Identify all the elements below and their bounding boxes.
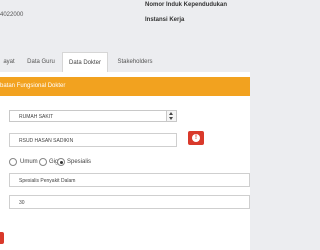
radio-spesialis[interactable] xyxy=(57,158,65,166)
exclamation-circle-icon xyxy=(192,134,200,142)
number-value: 30 xyxy=(19,200,25,206)
workplace-type-value: RUMAH SAKIT xyxy=(19,114,54,120)
specialty-field[interactable]: Spesialis Penyakit Dalam xyxy=(9,173,250,187)
hospital-name-value: RSUD HASAN SADIKIN xyxy=(19,138,74,144)
select-arrows-icon xyxy=(166,111,176,121)
specialty-value: Spesialis Penyakit Dalam xyxy=(19,178,76,184)
top-code-text: 4022000 xyxy=(0,12,24,18)
red-action-button-edge[interactable] xyxy=(0,232,4,244)
workplace-type-select[interactable]: RUMAH SAKIT xyxy=(9,110,177,122)
number-field[interactable]: 30 xyxy=(9,195,250,209)
radio-umum[interactable] xyxy=(9,158,17,166)
tab-riwayat[interactable]: ayat xyxy=(0,52,20,72)
radio-spesialis-label: Spesialis xyxy=(67,159,92,165)
tab-stakeholders[interactable]: Stakeholders xyxy=(111,52,159,72)
tab-data-dokter[interactable]: Data Dokter xyxy=(62,52,108,73)
radio-gigi[interactable] xyxy=(39,158,47,166)
alert-button[interactable] xyxy=(188,131,204,145)
nik-label: Nomor Induk Kependudukan xyxy=(145,2,228,8)
tab-data-guru[interactable]: Data Guru xyxy=(22,52,60,72)
radio-umum-label: Umum xyxy=(20,159,38,165)
hospital-name-field[interactable]: RSUD HASAN SADIKIN xyxy=(9,133,177,147)
tab-bar: ayat Data Guru Data Dokter Stakeholders xyxy=(0,52,250,73)
section-title: batan Fungsional Dokter xyxy=(0,83,66,89)
institution-label: Instansi Kerja xyxy=(145,17,185,23)
